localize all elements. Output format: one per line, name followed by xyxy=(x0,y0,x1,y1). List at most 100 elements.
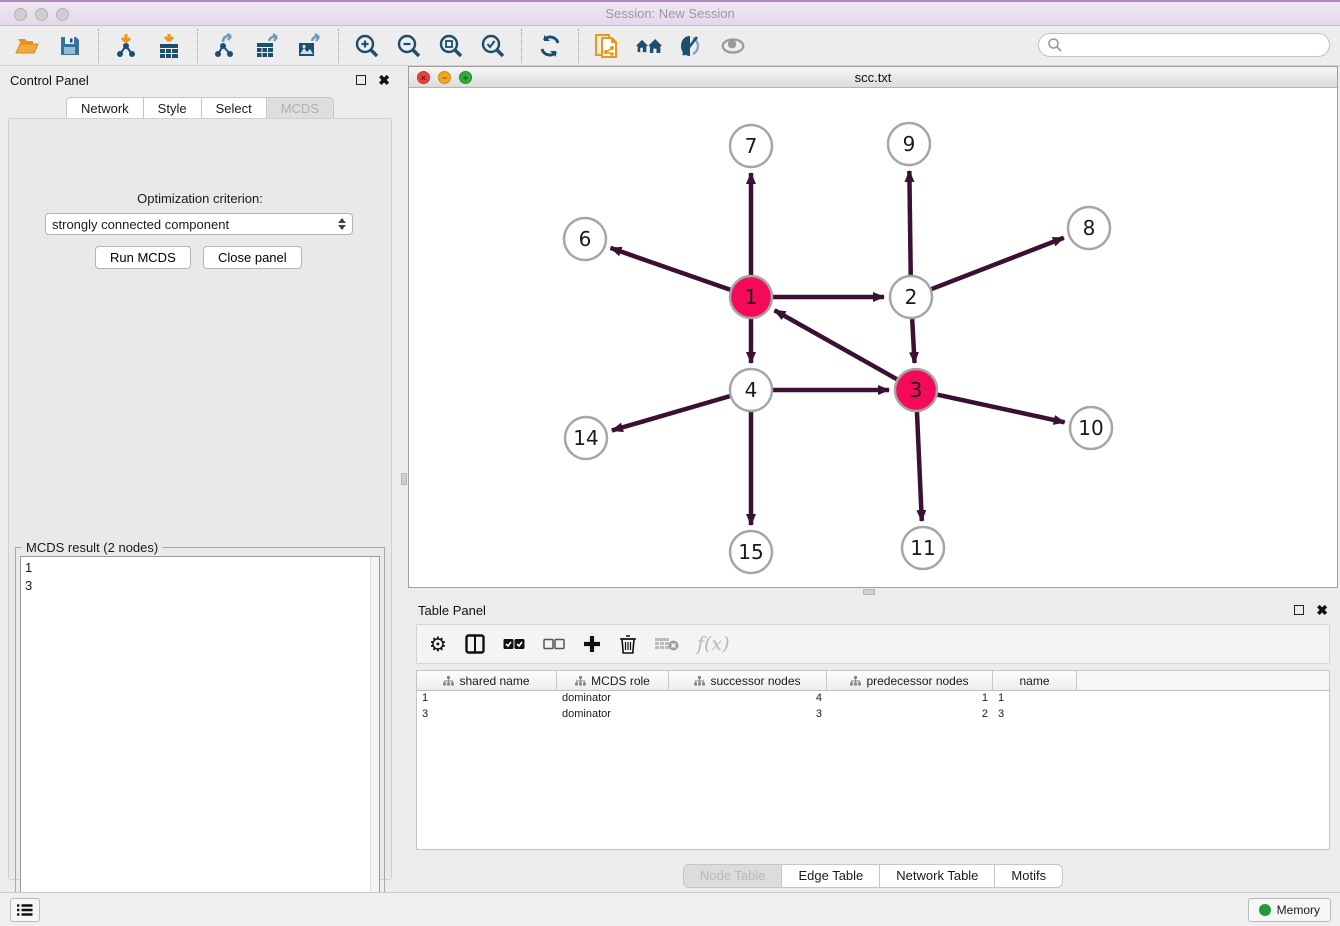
attribute-type-icon xyxy=(575,676,586,686)
network-window-title: scc.txt xyxy=(855,70,892,85)
save-icon[interactable] xyxy=(56,32,84,60)
table-cell[interactable]: 3 xyxy=(993,707,1077,723)
float-panel-icon[interactable] xyxy=(356,75,366,85)
graph-edge-3-11[interactable] xyxy=(917,412,922,521)
graph-edge-3-10[interactable] xyxy=(937,395,1064,423)
hide-icon[interactable] xyxy=(677,32,705,60)
table-cell[interactable]: 2 xyxy=(827,707,993,723)
close-window-icon[interactable] xyxy=(14,8,27,21)
graph-edge-2-9[interactable] xyxy=(909,171,910,275)
node-table[interactable]: shared nameMCDS rolesuccessor nodesprede… xyxy=(416,670,1330,850)
column-header-MCDS-role[interactable]: MCDS role xyxy=(557,671,669,690)
table-row[interactable]: 3dominator323 xyxy=(417,707,1329,723)
zoom-fit-icon[interactable] xyxy=(437,32,465,60)
attribute-type-icon xyxy=(694,676,705,686)
add-icon[interactable] xyxy=(583,631,601,657)
attribute-type-icon xyxy=(443,676,454,686)
control-panel: Control Panel ✖ Network Style Select MCD… xyxy=(0,66,400,890)
graph-node-label-9: 9 xyxy=(903,132,916,156)
function-builder-icon[interactable]: f(x) xyxy=(697,631,730,657)
memory-button[interactable]: Memory xyxy=(1248,898,1331,922)
zoom-out-icon[interactable] xyxy=(395,32,423,60)
search-icon xyxy=(1047,37,1063,53)
close-panel-button[interactable]: Close panel xyxy=(203,246,302,269)
horizontal-splitter[interactable] xyxy=(408,588,1338,596)
mcds-result-title: MCDS result (2 nodes) xyxy=(22,540,162,555)
criterion-dropdown[interactable]: strongly connected component xyxy=(45,213,353,235)
vertical-splitter[interactable] xyxy=(400,66,408,890)
splitter-handle[interactable] xyxy=(401,473,407,485)
control-panel-title: Control Panel xyxy=(10,73,89,88)
network-window: × − + scc.txt 7968124314101511 xyxy=(408,66,1338,588)
graph-edge-2-3[interactable] xyxy=(912,319,914,363)
table-cell[interactable]: 3 xyxy=(669,707,827,723)
tab-network-table[interactable]: Network Table xyxy=(879,864,994,888)
table-cell[interactable]: dominator xyxy=(557,691,669,707)
tab-node-table[interactable]: Node Table xyxy=(683,864,782,888)
graph-edge-2-8[interactable] xyxy=(932,238,1064,289)
export-network-icon[interactable] xyxy=(212,32,240,60)
table-cell[interactable]: dominator xyxy=(557,707,669,723)
column-header-shared-name[interactable]: shared name xyxy=(417,671,557,690)
refresh-icon[interactable] xyxy=(536,32,564,60)
zoom-selected-icon[interactable] xyxy=(479,32,507,60)
table-cell[interactable]: 4 xyxy=(669,691,827,707)
network-window-titlebar[interactable]: × − + scc.txt xyxy=(409,67,1337,88)
run-mcds-button[interactable]: Run MCDS xyxy=(95,246,191,269)
list-icon xyxy=(17,903,33,917)
gear-icon[interactable]: ⚙ xyxy=(429,631,447,657)
table-cell[interactable]: 1 xyxy=(993,691,1077,707)
open-folder-icon[interactable] xyxy=(14,32,42,60)
import-table-icon[interactable] xyxy=(155,32,183,60)
graph-edge-3-1[interactable] xyxy=(775,310,897,379)
graph-node-label-2: 2 xyxy=(905,285,918,309)
tab-edge-table[interactable]: Edge Table xyxy=(781,864,879,888)
delete-table-icon[interactable] xyxy=(655,631,679,657)
search-field[interactable] xyxy=(1038,33,1330,57)
table-panel-title: Table Panel xyxy=(418,603,486,618)
window-title: Session: New Session xyxy=(605,6,734,21)
minimize-frame-icon[interactable]: − xyxy=(438,71,451,84)
table-cell[interactable]: 3 xyxy=(417,707,557,723)
close-panel-icon[interactable]: ✖ xyxy=(378,75,390,85)
close-frame-icon[interactable]: × xyxy=(417,71,430,84)
export-table-icon[interactable] xyxy=(254,32,282,60)
import-network-icon[interactable] xyxy=(113,32,141,60)
graph-edge-4-14[interactable] xyxy=(612,396,730,430)
column-header-name[interactable]: name xyxy=(993,671,1077,690)
copy-network-icon[interactable] xyxy=(593,32,621,60)
mcds-tab-content: Optimization criterion: strongly connect… xyxy=(8,118,392,880)
status-bar: Memory xyxy=(0,892,1340,926)
eye-icon[interactable] xyxy=(719,32,747,60)
maximize-window-icon[interactable] xyxy=(56,8,69,21)
task-history-button[interactable] xyxy=(10,898,40,922)
search-input[interactable] xyxy=(1063,38,1329,52)
graph-node-label-4: 4 xyxy=(745,378,758,402)
network-graph[interactable]: 7968124314101511 xyxy=(409,88,1337,587)
graph-edge-1-6[interactable] xyxy=(610,248,730,290)
column-selector-icon[interactable] xyxy=(465,631,485,657)
export-image-icon[interactable] xyxy=(296,32,324,60)
float-panel-icon[interactable] xyxy=(1294,605,1304,615)
minimize-window-icon[interactable] xyxy=(35,8,48,21)
network-canvas[interactable]: 7968124314101511 xyxy=(409,88,1337,587)
column-header-successor-nodes[interactable]: successor nodes xyxy=(669,671,827,690)
column-header-predecessor-nodes[interactable]: predecessor nodes xyxy=(827,671,993,690)
splitter-handle[interactable] xyxy=(863,589,875,595)
maximize-frame-icon[interactable]: + xyxy=(459,71,472,84)
window-controls[interactable] xyxy=(14,8,69,21)
table-row[interactable]: 1dominator411 xyxy=(417,691,1329,707)
home-icon[interactable] xyxy=(635,32,663,60)
graph-node-label-11: 11 xyxy=(910,536,935,560)
zoom-in-icon[interactable] xyxy=(353,32,381,60)
select-all-columns-icon[interactable] xyxy=(503,631,525,657)
table-cell[interactable]: 1 xyxy=(827,691,993,707)
tab-motifs[interactable]: Motifs xyxy=(994,864,1063,888)
delete-icon[interactable] xyxy=(619,631,637,657)
close-panel-icon[interactable]: ✖ xyxy=(1316,605,1328,615)
result-scrollbar[interactable] xyxy=(370,557,379,925)
graph-node-label-10: 10 xyxy=(1078,416,1103,440)
table-cell[interactable]: 1 xyxy=(417,691,557,707)
mcds-result-textarea[interactable]: 1 3 xyxy=(20,556,380,926)
unselect-all-columns-icon[interactable] xyxy=(543,631,565,657)
